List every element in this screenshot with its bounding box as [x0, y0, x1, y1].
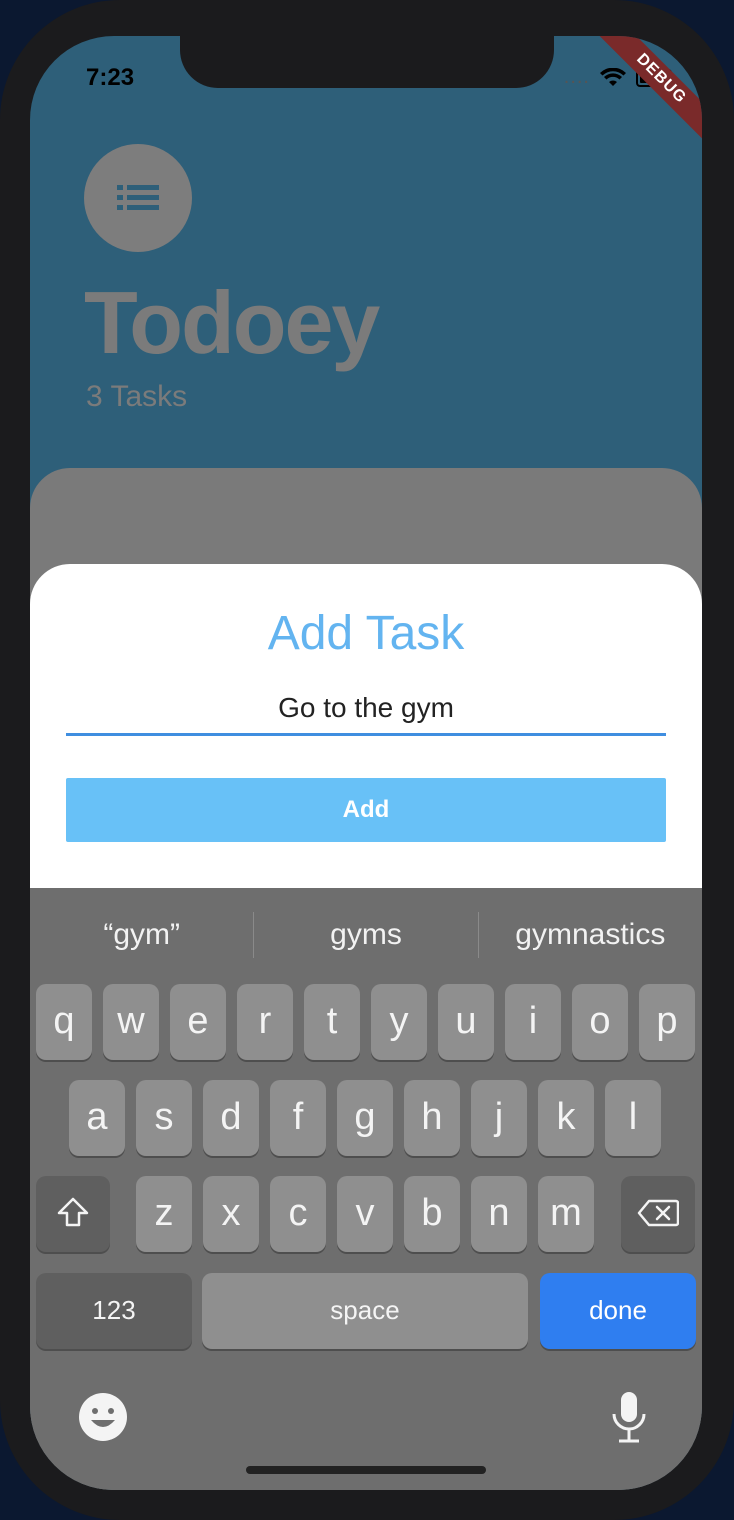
key-j[interactable]: j: [471, 1080, 527, 1156]
shift-icon: [57, 1197, 89, 1227]
key-o[interactable]: o: [572, 984, 628, 1060]
key-l[interactable]: l: [605, 1080, 661, 1156]
screen: 7:23 .... DEBUG Todoey 3 Tasks Add Task …: [30, 36, 702, 1490]
key-g[interactable]: g: [337, 1080, 393, 1156]
phone-frame: 7:23 .... DEBUG Todoey 3 Tasks Add Task …: [0, 0, 734, 1520]
notch: [180, 36, 554, 88]
key-v[interactable]: v: [337, 1176, 393, 1252]
key-r[interactable]: r: [237, 984, 293, 1060]
suggestion-item[interactable]: gyms: [254, 918, 477, 952]
wifi-icon: [600, 67, 626, 86]
app-icon: [84, 144, 192, 252]
add-button[interactable]: Add: [66, 778, 666, 842]
done-key[interactable]: done: [540, 1273, 696, 1349]
suggestion-bar: “gym” gyms gymnastics: [30, 888, 702, 982]
key-p[interactable]: p: [639, 984, 695, 1060]
suggestion-item[interactable]: gymnastics: [479, 918, 702, 952]
key-t[interactable]: t: [304, 984, 360, 1060]
status-time: 7:23: [86, 64, 135, 91]
key-i[interactable]: i: [505, 984, 561, 1060]
emoji-key[interactable]: [78, 1392, 128, 1447]
key-h[interactable]: h: [404, 1080, 460, 1156]
shift-key[interactable]: [36, 1176, 110, 1252]
debug-banner: DEBUG: [591, 36, 702, 149]
key-z[interactable]: z: [136, 1176, 192, 1252]
key-a[interactable]: a: [69, 1080, 125, 1156]
signal-icon: ....: [563, 66, 590, 88]
backspace-icon: [637, 1199, 680, 1227]
key-d[interactable]: d: [203, 1080, 259, 1156]
key-y[interactable]: y: [371, 984, 427, 1060]
home-indicator[interactable]: [246, 1466, 486, 1474]
task-input[interactable]: [66, 682, 666, 736]
emoji-icon: [79, 1393, 127, 1441]
numbers-key[interactable]: 123: [36, 1273, 192, 1349]
key-m[interactable]: m: [538, 1176, 594, 1252]
microphone-key[interactable]: [610, 1390, 648, 1449]
key-n[interactable]: n: [471, 1176, 527, 1252]
add-task-sheet: Add Task Add: [30, 564, 702, 894]
key-q[interactable]: q: [36, 984, 92, 1060]
key-k[interactable]: k: [538, 1080, 594, 1156]
key-u[interactable]: u: [438, 984, 494, 1060]
keyboard: “gym” gyms gymnastics q w e r t y u i o …: [30, 888, 702, 1490]
key-f[interactable]: f: [270, 1080, 326, 1156]
key-b[interactable]: b: [404, 1176, 460, 1252]
list-icon: [117, 185, 159, 210]
key-e[interactable]: e: [170, 984, 226, 1060]
backspace-key[interactable]: [621, 1176, 695, 1252]
key-s[interactable]: s: [136, 1080, 192, 1156]
key-x[interactable]: x: [203, 1176, 259, 1252]
suggestion-item[interactable]: “gym”: [30, 918, 253, 952]
space-key[interactable]: space: [202, 1273, 528, 1349]
sheet-title: Add Task: [267, 607, 465, 660]
app-title: Todoey: [84, 273, 380, 372]
key-c[interactable]: c: [270, 1176, 326, 1252]
task-count: 3 Tasks: [86, 380, 188, 413]
key-w[interactable]: w: [103, 984, 159, 1060]
microphone-icon: [612, 1392, 646, 1443]
